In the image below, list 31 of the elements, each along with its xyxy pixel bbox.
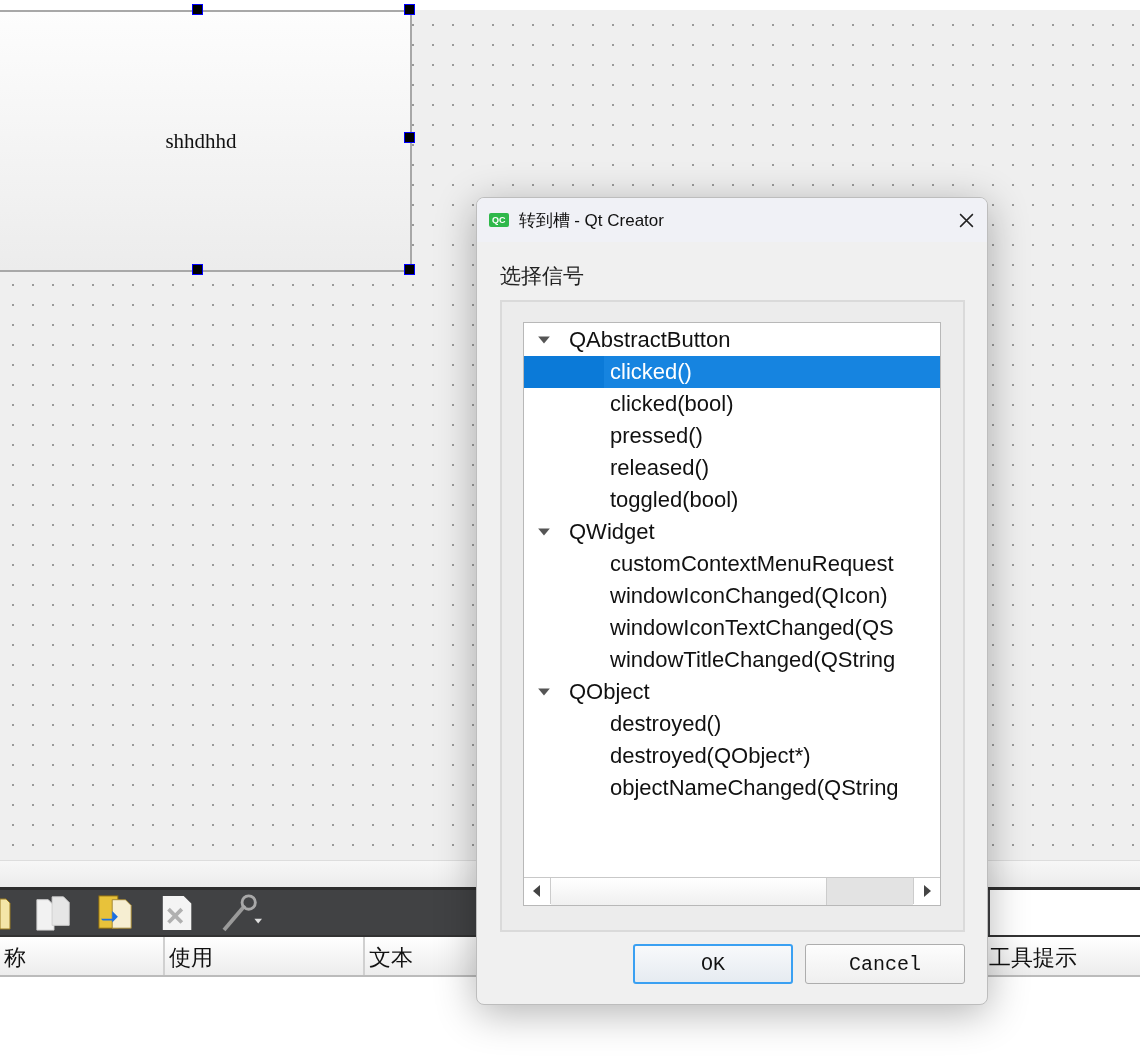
tree-group-item[interactable]: QAbstractButton: [524, 324, 940, 356]
tree-item[interactable]: customContextMenuRequest: [524, 548, 940, 580]
tree-item[interactable]: pressed(): [524, 420, 940, 452]
tree-item[interactable]: destroyed(QObject*): [524, 740, 940, 772]
column-header[interactable]: 使用: [165, 937, 365, 975]
horizontal-scrollbar[interactable]: [524, 877, 940, 905]
tree-item[interactable]: destroyed(): [524, 708, 940, 740]
column-header[interactable]: 称: [0, 937, 165, 975]
resize-handle[interactable]: [192, 4, 203, 15]
push-button-widget[interactable]: shhdhhd: [0, 10, 412, 272]
tree-item[interactable]: toggled(bool): [524, 484, 940, 516]
tree-item[interactable]: clicked(bool): [524, 388, 940, 420]
tree-group-item[interactable]: QObject: [524, 676, 940, 708]
resize-handle[interactable]: [404, 264, 415, 275]
window-title: 转到槽 - Qt Creator: [518, 209, 665, 232]
resize-handle[interactable]: [404, 132, 415, 143]
resize-handle[interactable]: [404, 4, 415, 15]
column-header[interactable]: 工具提示: [985, 937, 1140, 975]
tree-item[interactable]: objectNameChanged(QString: [524, 772, 940, 804]
cancel-button[interactable]: Cancel: [805, 944, 965, 984]
tree-item[interactable]: clicked(): [524, 356, 940, 388]
signal-label: 选择信号: [500, 263, 585, 289]
app-logo: QC: [489, 213, 509, 227]
tree-item[interactable]: windowIconTextChanged(QS: [524, 612, 940, 644]
ok-button[interactable]: OK: [633, 944, 793, 984]
tree-item[interactable]: windowTitleChanged(QString: [524, 644, 940, 676]
tree-group-item[interactable]: QWidget: [524, 516, 940, 548]
tree-item[interactable]: released(): [524, 452, 940, 484]
tree-item[interactable]: windowIconChanged(QIcon): [524, 580, 940, 612]
resize-handle[interactable]: [192, 264, 203, 275]
close-icon[interactable]: [958, 211, 975, 229]
